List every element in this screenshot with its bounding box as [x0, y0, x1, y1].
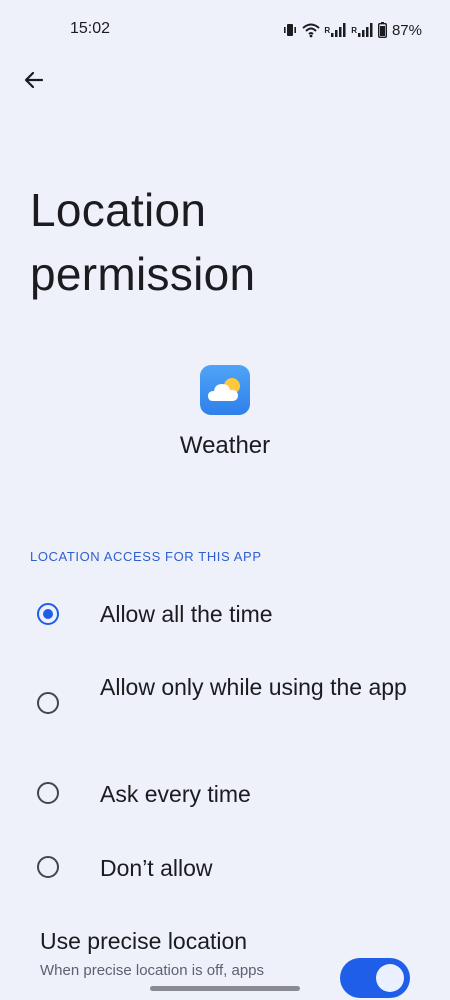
precise-location-toggle[interactable]	[340, 958, 410, 998]
status-icons: R R 87%	[282, 20, 422, 40]
radio-button[interactable]	[37, 692, 59, 714]
battery-percent: 87%	[391, 21, 422, 39]
option-allow-all-the-time[interactable]: Allow all the time	[0, 597, 450, 631]
network-label: R	[351, 25, 357, 35]
option-label: Allow all the time	[100, 601, 273, 627]
status-bar: 15:02 R R 87%	[0, 0, 450, 60]
signal-icon	[331, 23, 347, 37]
network-label: R	[324, 25, 331, 35]
radio-button-selected[interactable]	[37, 603, 59, 625]
wifi-icon	[302, 22, 321, 38]
status-time: 15:02	[70, 20, 111, 37]
section-header: LOCATION ACCESS FOR THIS APP	[30, 549, 262, 564]
radio-button[interactable]	[37, 782, 59, 804]
option-label: Don’t allow	[100, 855, 213, 881]
option-label: Allow only while using the app	[100, 674, 407, 700]
back-button[interactable]	[14, 62, 54, 102]
option-label: Ask every time	[100, 781, 251, 807]
arrow-left-icon	[22, 68, 46, 97]
weather-app-icon	[200, 365, 250, 415]
option-allow-while-using[interactable]: Allow only while using the app	[0, 670, 450, 736]
precise-location-title: Use precise location	[40, 928, 248, 954]
radio-button[interactable]	[37, 856, 59, 878]
app-name: Weather	[179, 432, 271, 459]
vibrate-icon	[282, 22, 298, 38]
signal-icon	[357, 23, 374, 37]
page-title: Location permission	[30, 184, 256, 300]
battery-icon	[377, 22, 387, 38]
precise-location-description: When precise location is off, apps	[40, 962, 265, 979]
toggle-thumb	[376, 964, 404, 992]
gesture-nav-handle[interactable]	[150, 986, 300, 991]
option-dont-allow[interactable]: Don’t allow	[0, 851, 450, 885]
option-ask-every-time[interactable]: Ask every time	[0, 777, 450, 811]
